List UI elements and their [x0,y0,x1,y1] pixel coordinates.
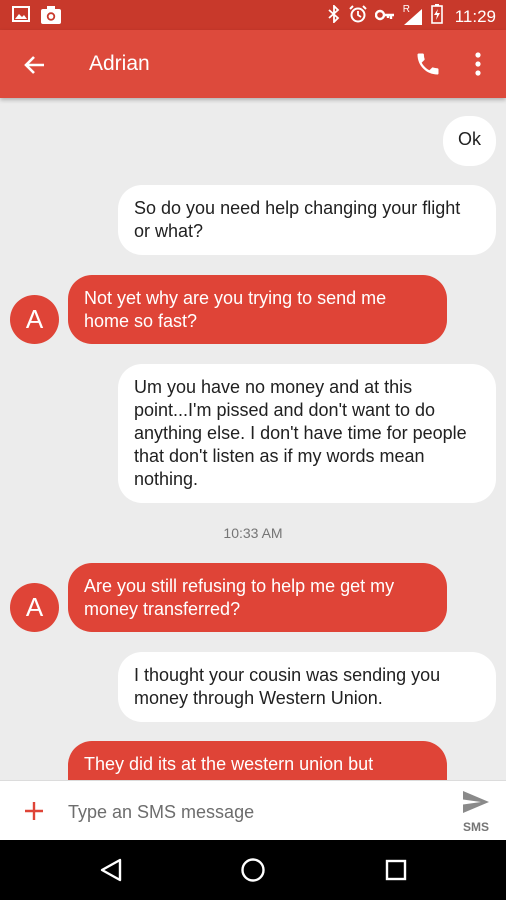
message-bubble-outgoing[interactable]: So do you need help changing your flight… [118,185,496,255]
message-input[interactable] [68,799,438,825]
compose-bar: SMS [0,780,506,840]
send-icon [461,791,491,819]
home-circle-icon[interactable] [239,856,267,884]
contact-name[interactable]: Adrian [89,52,150,76]
message-bubble-incoming[interactable]: Not yet why are you trying to send me ho… [68,275,447,344]
add-icon[interactable] [22,799,46,823]
send-type-label: SMS [462,820,489,834]
message-bubble-incoming[interactable]: They did its at the western union but [68,741,447,780]
message-bubble-outgoing[interactable]: Ok [443,116,496,166]
signal-icon: R [403,4,423,26]
more-vert-icon[interactable] [468,50,488,78]
message-timestamp: 10:33 AM [223,525,283,541]
battery-icon [430,4,443,29]
status-clock: 11:29 [454,6,496,26]
alarm-icon [349,5,367,28]
conversation-header: Adrian [0,30,506,98]
status-bar: R 11:29 [0,0,506,30]
camera-icon [40,5,62,30]
message-bubble-incoming[interactable]: Are you still refusing to help me get my… [68,563,447,632]
system-navigation-bar [0,840,506,900]
send-button[interactable]: SMS [456,789,496,835]
recents-square-icon[interactable] [382,856,410,884]
contact-avatar[interactable]: A [10,295,59,344]
signal-roaming-label: R [402,3,410,15]
message-bubble-outgoing[interactable]: I thought your cousin was sending you mo… [118,652,496,722]
vpn-key-icon [374,7,395,27]
image-icon [12,5,30,30]
back-arrow-icon[interactable] [20,50,50,80]
back-triangle-icon[interactable] [98,856,126,884]
contact-avatar[interactable]: A [10,583,59,632]
phone-icon[interactable] [414,50,442,78]
bluetooth-icon [327,3,341,28]
message-thread[interactable]: Ok So do you need help changing your fli… [0,98,506,780]
message-bubble-outgoing[interactable]: Um you have no money and at this point..… [118,364,496,503]
